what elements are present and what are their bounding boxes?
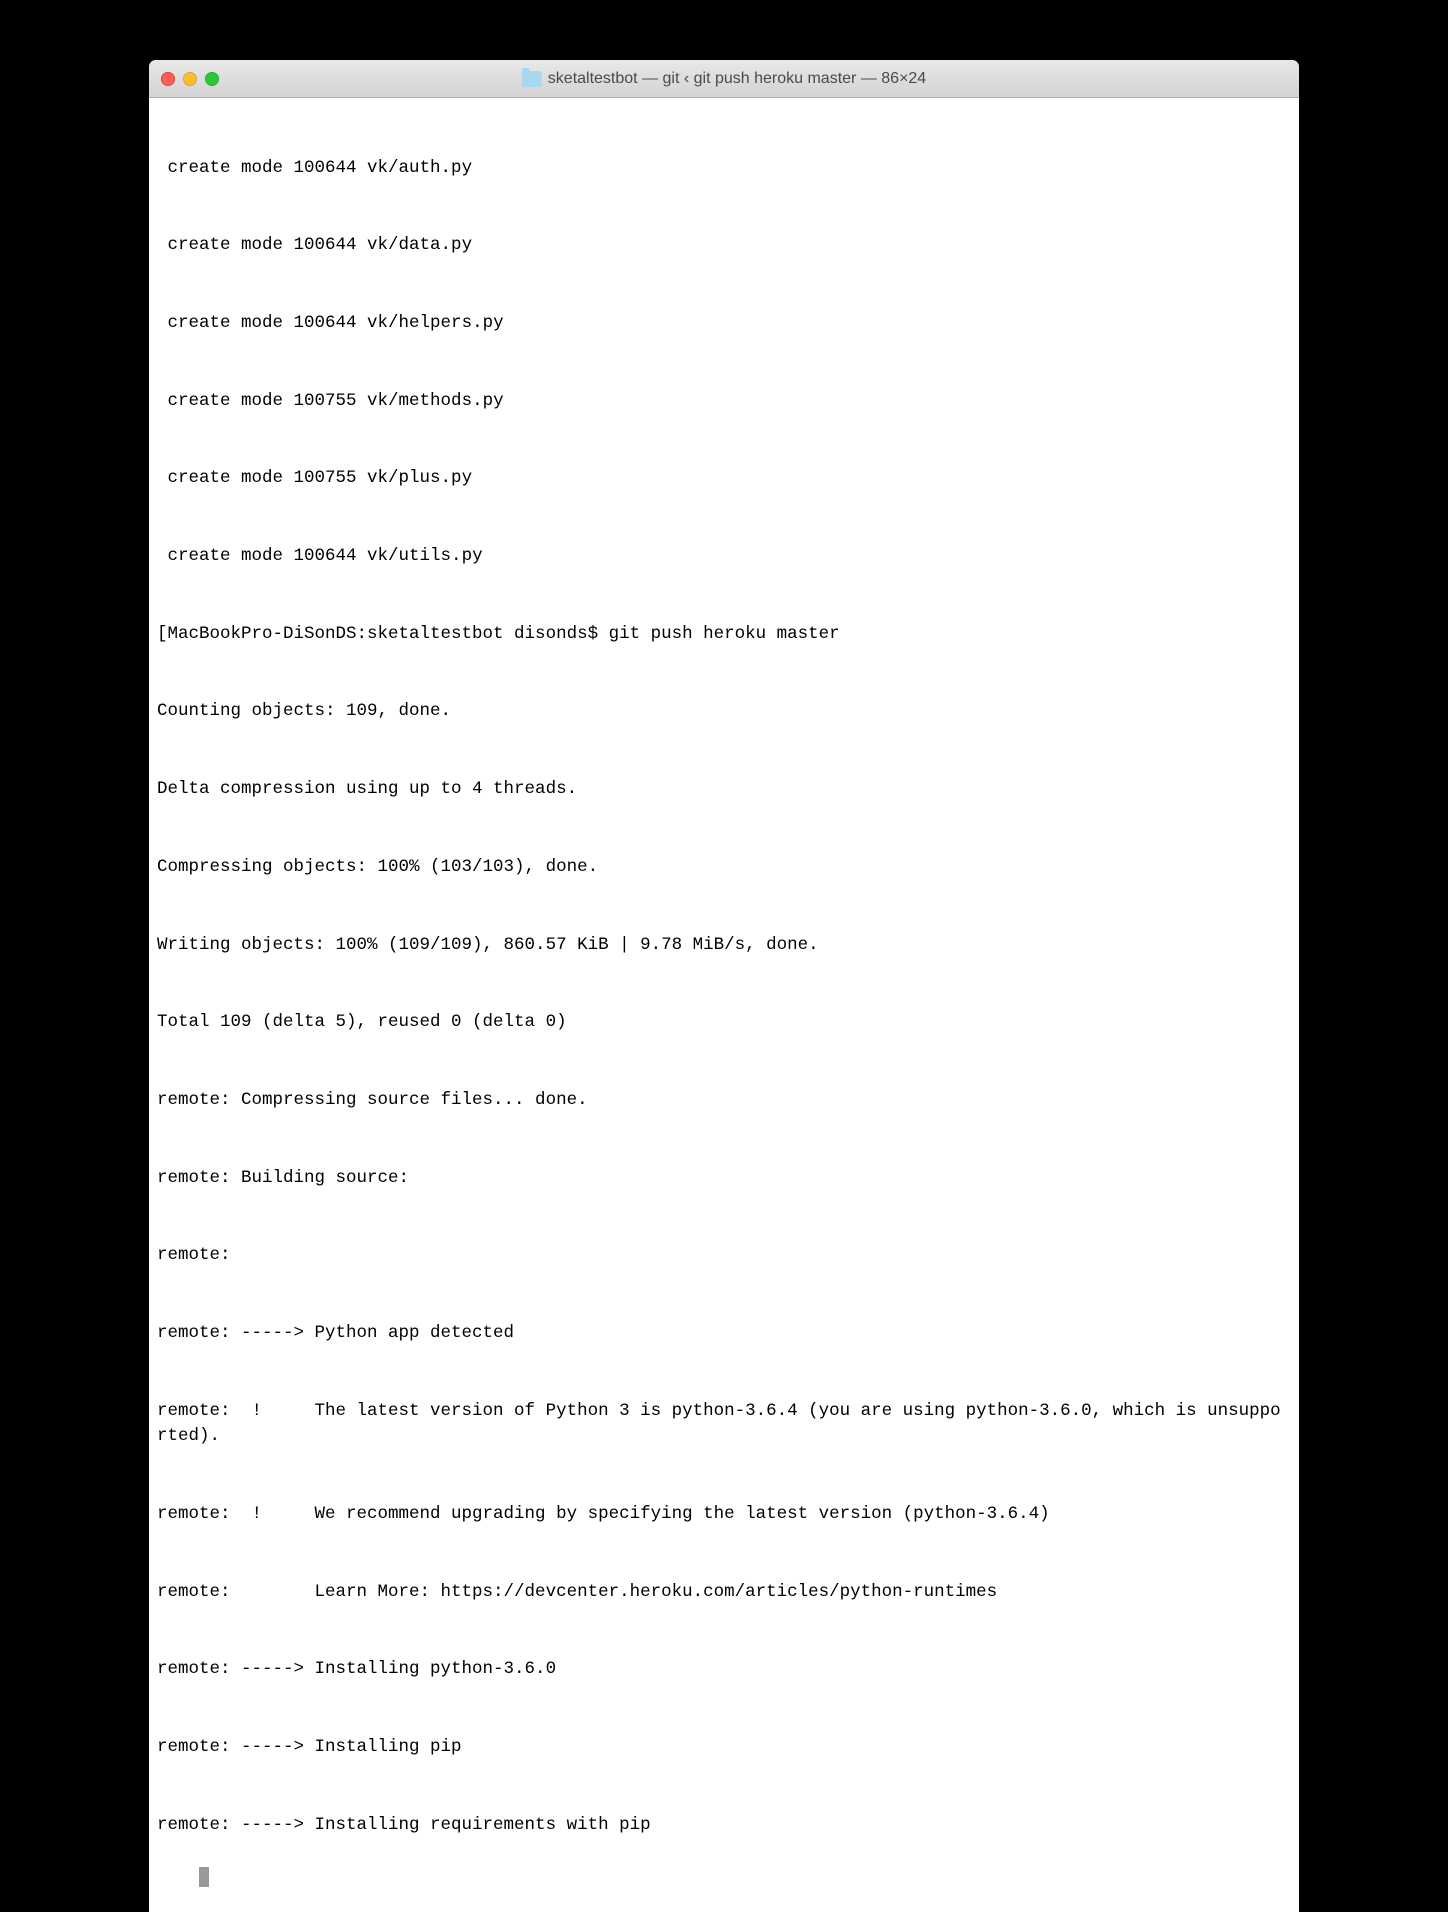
window-titlebar[interactable]: sketaltestbot — git ‹ git push heroku ma…	[149, 60, 1299, 98]
terminal-line: Total 109 (delta 5), reused 0 (delta 0)	[157, 1010, 1291, 1036]
terminal-line: create mode 100644 vk/utils.py	[157, 544, 1291, 570]
folder-icon	[522, 71, 542, 87]
terminal-line: remote: -----> Installing python-3.6.0	[157, 1657, 1291, 1683]
close-button[interactable]	[161, 72, 175, 86]
terminal-line: create mode 100644 vk/auth.py	[157, 156, 1291, 182]
terminal-line: create mode 100644 vk/data.py	[157, 233, 1291, 259]
terminal-line: remote: ! The latest version of Python 3…	[157, 1399, 1291, 1451]
terminal-line: remote: -----> Installing requirements w…	[157, 1813, 1291, 1839]
terminal-line: remote: Compressing source files... done…	[157, 1088, 1291, 1114]
terminal-line: remote:	[157, 1243, 1291, 1269]
terminal-line: remote: -----> Installing pip	[157, 1735, 1291, 1761]
window-title: sketaltestbot — git ‹ git push heroku ma…	[522, 70, 926, 88]
terminal-window: sketaltestbot — git ‹ git push heroku ma…	[149, 60, 1299, 1912]
traffic-lights	[161, 72, 219, 86]
terminal-line: Delta compression using up to 4 threads.	[157, 777, 1291, 803]
terminal-line: Writing objects: 100% (109/109), 860.57 …	[157, 933, 1291, 959]
terminal-line: Compressing objects: 100% (103/103), don…	[157, 855, 1291, 881]
terminal-cursor	[199, 1867, 209, 1887]
minimize-button[interactable]	[183, 72, 197, 86]
terminal-line: remote: ! We recommend upgrading by spec…	[157, 1502, 1291, 1528]
terminal-content[interactable]: create mode 100644 vk/auth.py create mod…	[149, 98, 1299, 1912]
window-title-text: sketaltestbot — git ‹ git push heroku ma…	[548, 70, 926, 88]
terminal-line: [MacBookPro-DiSonDS:sketaltestbot disond…	[157, 622, 1291, 648]
terminal-line: create mode 100644 vk/helpers.py	[157, 311, 1291, 337]
terminal-line: Counting objects: 109, done.	[157, 699, 1291, 725]
terminal-line: remote: -----> Python app detected	[157, 1321, 1291, 1347]
terminal-line: remote: Learn More: https://devcenter.he…	[157, 1580, 1291, 1606]
terminal-line: create mode 100755 vk/plus.py	[157, 466, 1291, 492]
terminal-line: create mode 100755 vk/methods.py	[157, 389, 1291, 415]
zoom-button[interactable]	[205, 72, 219, 86]
terminal-line: remote: Building source:	[157, 1166, 1291, 1192]
